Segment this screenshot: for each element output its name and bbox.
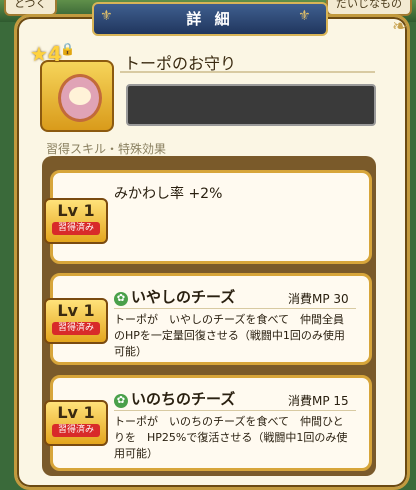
panel-title: 詳 細 [92, 2, 328, 36]
section-label: 習得スキル・特殊効果 [46, 142, 167, 156]
charm-icon [58, 74, 102, 122]
level-badge: Lv 1 習得済み [44, 400, 108, 446]
mp-cost: 消費MP 30 [288, 290, 349, 307]
divider [114, 308, 356, 309]
mp-cost: 消費MP 15 [288, 392, 349, 409]
skill-description: トーポが いのちのチーズを食べて 仲間ひとりを HP25%で復活させる（戦闘中1… [114, 415, 348, 460]
mp-label: 消費MP [288, 394, 330, 408]
leaf-icon: ✿ [114, 394, 128, 408]
mp-value: 30 [333, 292, 349, 306]
item-icon[interactable] [40, 60, 114, 132]
fleur-left-icon: ⚜ [100, 8, 113, 24]
skill-name: いのちのチーズ [131, 390, 236, 408]
skill-description: トーポが いやしのチーズを食べて 仲間全員のHPを一定量回復させる（戦闘中1回の… [114, 313, 345, 358]
fleur-right-icon: ⚜ [298, 8, 311, 24]
star-rating: ★4 [30, 42, 62, 66]
level-badge: Lv 1 習得済み [44, 198, 108, 244]
charm-face [69, 87, 91, 105]
learned-label: 習得済み [52, 222, 100, 235]
mp-label: 消費MP [288, 292, 330, 306]
skill-title: ✿ いのちのチーズ [114, 388, 235, 409]
divider [114, 410, 356, 411]
skill-title: みかわし率 +2% [114, 186, 223, 202]
learned-label: 習得済み [52, 322, 100, 335]
mp-value: 15 [333, 394, 349, 408]
level-label: Lv 1 [57, 403, 95, 422]
leaf-icon: ✿ [114, 292, 128, 306]
skill-title: ✿ いやしのチーズ [114, 286, 235, 307]
lock-icon: 🔒 [60, 42, 75, 56]
skill-name: いやしのチーズ [131, 288, 236, 306]
level-badge: Lv 1 習得済み [44, 298, 108, 344]
learned-label: 習得済み [52, 424, 100, 437]
level-label: Lv 1 [57, 201, 95, 220]
divider [120, 71, 375, 73]
level-label: Lv 1 [57, 301, 95, 320]
corner-ornament-icon: ❧ [392, 16, 408, 37]
item-description-field [126, 84, 376, 126]
